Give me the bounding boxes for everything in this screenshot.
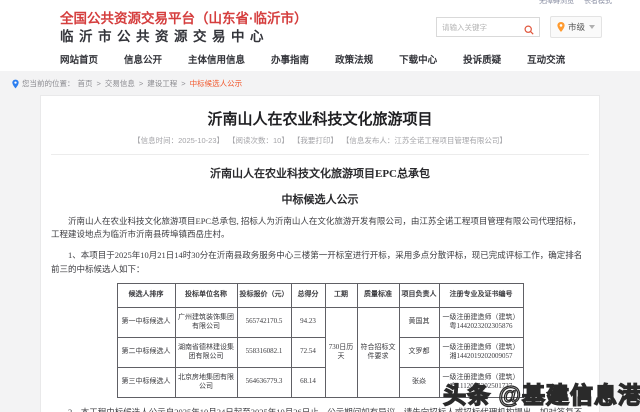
col-manager: 项目负责人: [399, 283, 439, 307]
main-nav: 网站首页 信息公开 主体信用信息 办事指南 政策法规 下载中心 投诉质疑 互动交…: [0, 48, 640, 71]
nav-item-credit-info[interactable]: 主体信用信息: [188, 52, 245, 66]
cell-cert: 一级注册建造师（建筑） 湘1442019202009057: [439, 337, 523, 367]
page-body: 您当前的位置： 首页 > 交易信息 > 建设工程 > 中标候选人公示 沂南山人在…: [0, 71, 640, 412]
cell-cert: 一级注册建造师（建筑） 粤1442023202305876: [439, 307, 523, 337]
col-cert: 注册专业及证书编号: [439, 283, 523, 307]
nav-item-info-disclosure[interactable]: 信息公开: [124, 52, 162, 66]
breadcrumb-prefix: 您当前的位置：: [22, 78, 75, 89]
site-header: 全国公共资源交易平台（山东省·临沂市） 临沂市公共资源交易中心 市级: [0, 8, 640, 48]
meta-print-link[interactable]: 【我要打印】: [293, 135, 338, 146]
breadcrumb-link-home[interactable]: 首页: [78, 78, 93, 89]
cert-title: 一级注册建造师（建筑）: [441, 313, 522, 322]
cell-price: 564636779.3: [237, 367, 291, 397]
cell-manager: 张焱: [399, 367, 439, 397]
col-quality: 质量标准: [357, 283, 399, 307]
location-pin-icon: [557, 22, 565, 32]
nav-item-home[interactable]: 网站首页: [60, 52, 98, 66]
table-row: 第二中标候选人 湖南省德林建设集团有限公司 558316082.1 72.54 …: [117, 337, 523, 367]
nav-item-complaints[interactable]: 投诉质疑: [463, 52, 501, 66]
breadcrumb-separator: >: [97, 79, 101, 88]
col-rank: 候选人排序: [117, 283, 175, 307]
cell-score: 94.23: [291, 307, 325, 337]
chevron-down-icon: [589, 25, 595, 29]
cell-price: 558316082.1: [237, 337, 291, 367]
meta-publisher: 【信息发布人：江苏全诺工程项目管理有限公司】: [342, 135, 507, 146]
breadcrumb-link-trade-info[interactable]: 交易信息: [105, 78, 135, 89]
accessibility-link[interactable]: 无障碍浏览: [539, 0, 574, 6]
cell-rank: 第一中标候选人: [117, 307, 175, 337]
top-utility-strip: 无障碍浏览 长者模式: [0, 0, 640, 8]
search-box[interactable]: [436, 17, 540, 37]
region-selector[interactable]: 市级: [550, 16, 602, 38]
article-meta: 【信息时间：2025-10-23】 【阅读次数：10】 【我要打印】 【信息发布…: [51, 135, 589, 155]
cell-duration: 730日历天: [325, 307, 357, 397]
cell-quality: 符合招标文件要求: [357, 307, 399, 397]
meta-read-count: 【阅读次数：10】: [228, 135, 289, 146]
table-row: 第一中标候选人 广州建筑装饰集团有限公司 565742170.5 94.23 7…: [117, 307, 523, 337]
cell-company: 湖南省德林建设集团有限公司: [175, 337, 237, 367]
cell-rank: 第二中标候选人: [117, 337, 175, 367]
cell-score: 68.14: [291, 367, 325, 397]
page-title: 沂南山人在农业科技文化旅游项目: [51, 104, 589, 135]
center-title: 临沂市公共资源交易中心: [60, 28, 308, 47]
breadcrumb-link-construction[interactable]: 建设工程: [147, 78, 177, 89]
breadcrumb-separator: >: [139, 79, 143, 88]
cert-title: 一级注册建造师（建筑）: [441, 343, 522, 352]
toutiao-watermark: 头条 @基建信息港: [443, 376, 640, 410]
platform-title: 全国公共资源交易平台（山东省·临沂市）: [60, 10, 308, 28]
col-price: 投标报价（元）: [237, 283, 291, 307]
meta-publish-time: 【信息时间：2025-10-23】: [133, 135, 224, 146]
search-icon[interactable]: [524, 22, 534, 32]
cell-rank: 第三中标候选人: [117, 367, 175, 397]
cert-number: 湘1442019202009057: [441, 352, 522, 361]
site-logo-block: 全国公共资源交易平台（山东省·临沂市） 临沂市公共资源交易中心: [60, 10, 308, 46]
article-card: 沂南山人在农业科技文化旅游项目 【信息时间：2025-10-23】 【阅读次数：…: [40, 95, 600, 412]
paragraph-bid-opening: 1、本项目于2025年10月21日14时30分在沂南县政务服务中心三楼第一开标室…: [51, 249, 589, 275]
nav-item-interaction[interactable]: 互动交流: [527, 52, 565, 66]
cell-manager: 文罗都: [399, 337, 439, 367]
cert-number: 粤1442023202305876: [441, 322, 522, 331]
breadcrumb-separator: >: [181, 79, 185, 88]
cell-company: 广州建筑装饰集团有限公司: [175, 307, 237, 337]
col-company: 投标单位名称: [175, 283, 237, 307]
table-header-row: 候选人排序 投标单位名称 投标报价（元） 总得分 工期 质量标准 项目负责人 注…: [117, 283, 523, 307]
nav-item-policies[interactable]: 政策法规: [335, 52, 373, 66]
nav-item-downloads[interactable]: 下载中心: [399, 52, 437, 66]
cell-company: 北京房地集团有限公司: [175, 367, 237, 397]
col-duration: 工期: [325, 283, 357, 307]
region-label: 市级: [568, 21, 585, 33]
paragraph-project-intro: 沂南山人在农业科技文化旅游项目EPC总承包, 招标人为沂南山人在文化旅游开发有限…: [51, 215, 589, 241]
breadcrumb: 您当前的位置： 首页 > 交易信息 > 建设工程 > 中标候选人公示: [0, 75, 640, 95]
elder-mode-link[interactable]: 长者模式: [584, 0, 612, 6]
cell-price: 565742170.5: [237, 307, 291, 337]
cell-manager: 黄国其: [399, 307, 439, 337]
search-input[interactable]: [442, 23, 524, 32]
cell-score: 72.54: [291, 337, 325, 367]
breadcrumb-pin-icon: [12, 79, 19, 89]
col-score: 总得分: [291, 283, 325, 307]
document-title: 沂南山人在农业科技文化旅游项目EPC总承包: [51, 165, 589, 181]
document-subtitle: 中标候选人公示: [51, 191, 589, 207]
nav-item-service-guide[interactable]: 办事指南: [271, 52, 309, 66]
breadcrumb-current: 中标候选人公示: [190, 78, 243, 89]
